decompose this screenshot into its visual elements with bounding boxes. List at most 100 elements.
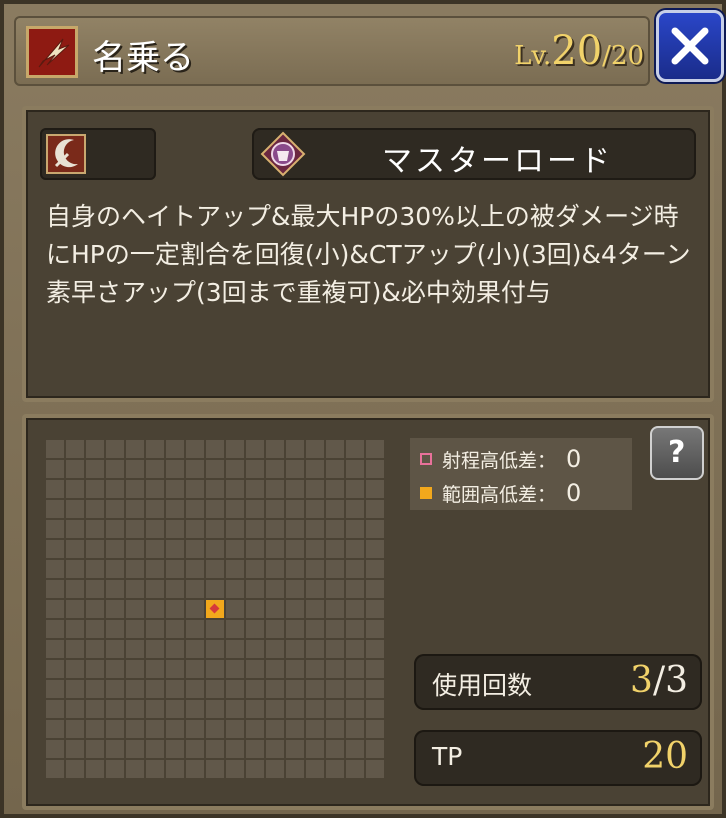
grid-cell	[326, 720, 344, 738]
grid-cell	[326, 480, 344, 498]
close-button[interactable]	[656, 10, 724, 82]
grid-cell	[346, 620, 364, 638]
grid-cell	[246, 660, 264, 678]
skill-header: 名乗る Lv.20/20	[14, 16, 650, 86]
grid-cell	[246, 760, 264, 778]
close-icon	[671, 27, 709, 65]
level-max: /20	[602, 41, 644, 71]
grid-cell	[66, 540, 84, 558]
grid-cell	[226, 440, 244, 458]
grid-cell	[286, 740, 304, 758]
weapon-type-icon	[46, 134, 86, 174]
grid-cell	[366, 760, 384, 778]
grid-cell	[366, 680, 384, 698]
grid-cell	[226, 500, 244, 518]
grid-cell	[66, 660, 84, 678]
grid-cell	[106, 500, 124, 518]
grid-cell	[206, 660, 224, 678]
uses-value: 3/3	[630, 660, 688, 701]
grid-cell	[106, 520, 124, 538]
grid-cell	[326, 440, 344, 458]
grid-cell	[166, 620, 184, 638]
grid-cell	[186, 480, 204, 498]
grid-cell	[366, 700, 384, 718]
range-height-row: 射程高低差： 0	[420, 444, 581, 474]
weapon-type-slot	[40, 128, 156, 180]
grid-cell	[146, 720, 164, 738]
grid-cell	[126, 560, 144, 578]
grid-cell	[166, 580, 184, 598]
grid-cell	[146, 640, 164, 658]
grid-cell	[266, 520, 284, 538]
grid-cell	[246, 700, 264, 718]
grid-cell	[246, 480, 264, 498]
grid-cell	[46, 680, 64, 698]
area-height-value: 0	[566, 479, 582, 507]
grid-cell	[346, 760, 364, 778]
grid-cell	[266, 540, 284, 558]
grid-cell	[146, 520, 164, 538]
grid-cell	[326, 660, 344, 678]
range-grid	[46, 440, 392, 788]
grid-cell	[46, 760, 64, 778]
grid-center-cell	[206, 600, 224, 618]
grid-cell	[306, 560, 324, 578]
grid-cell	[366, 640, 384, 658]
grid-cell	[66, 700, 84, 718]
grid-cell	[286, 560, 304, 578]
area-height-row: 範囲高低差： 0	[420, 478, 581, 508]
grid-cell	[366, 560, 384, 578]
grid-cell	[286, 500, 304, 518]
grid-cell	[346, 460, 364, 478]
grid-cell	[186, 520, 204, 538]
grid-cell	[166, 680, 184, 698]
grid-cell	[246, 680, 264, 698]
grid-cell	[46, 620, 64, 638]
grid-cell	[46, 560, 64, 578]
grid-cell	[226, 600, 244, 618]
skill-description-panel: マスターロード 自身のヘイトアップ&最大HPの30%以上の被ダメージ時にHPの一…	[22, 106, 714, 402]
grid-cell	[246, 460, 264, 478]
grid-cell	[206, 540, 224, 558]
grid-cell	[346, 520, 364, 538]
tp-number: 20	[642, 736, 688, 777]
grid-cell	[86, 500, 104, 518]
grid-cell	[346, 660, 364, 678]
grid-cell	[306, 680, 324, 698]
grid-cell	[166, 760, 184, 778]
grid-cell	[226, 700, 244, 718]
grid-cell	[266, 620, 284, 638]
grid-cell	[286, 600, 304, 618]
grid-cell	[286, 580, 304, 598]
grid-cell	[166, 540, 184, 558]
grid-cell	[246, 620, 264, 638]
grid-cell	[326, 700, 344, 718]
range-panel: 射程高低差： 0 範囲高低差： 0 ? 使用回数 3/3 TP 20	[22, 414, 714, 810]
grid-cell	[266, 580, 284, 598]
uses-label: 使用回数	[432, 671, 533, 700]
grid-cell	[306, 540, 324, 558]
grid-cell	[46, 440, 64, 458]
grid-cell	[246, 540, 264, 558]
grid-cell	[226, 640, 244, 658]
grid-cell	[346, 480, 364, 498]
grid-cell	[106, 720, 124, 738]
grid-cell	[366, 740, 384, 758]
grid-cell	[306, 580, 324, 598]
grid-cell	[186, 600, 204, 618]
grid-cell	[46, 500, 64, 518]
grid-cell	[146, 580, 164, 598]
grid-cell	[306, 740, 324, 758]
grid-cell	[286, 700, 304, 718]
grid-cell	[46, 740, 64, 758]
grid-cell	[166, 560, 184, 578]
grid-cell	[226, 480, 244, 498]
grid-cell	[66, 760, 84, 778]
grid-cell	[146, 460, 164, 478]
grid-cell	[246, 560, 264, 578]
skill-detail-window: 名乗る Lv.20/20 マスターロード 自身のヘイトアップ&最大HPの30%以…	[0, 0, 726, 818]
grid-cell	[46, 580, 64, 598]
help-button[interactable]: ?	[650, 426, 704, 480]
help-icon: ?	[668, 435, 686, 470]
grid-cell	[126, 580, 144, 598]
